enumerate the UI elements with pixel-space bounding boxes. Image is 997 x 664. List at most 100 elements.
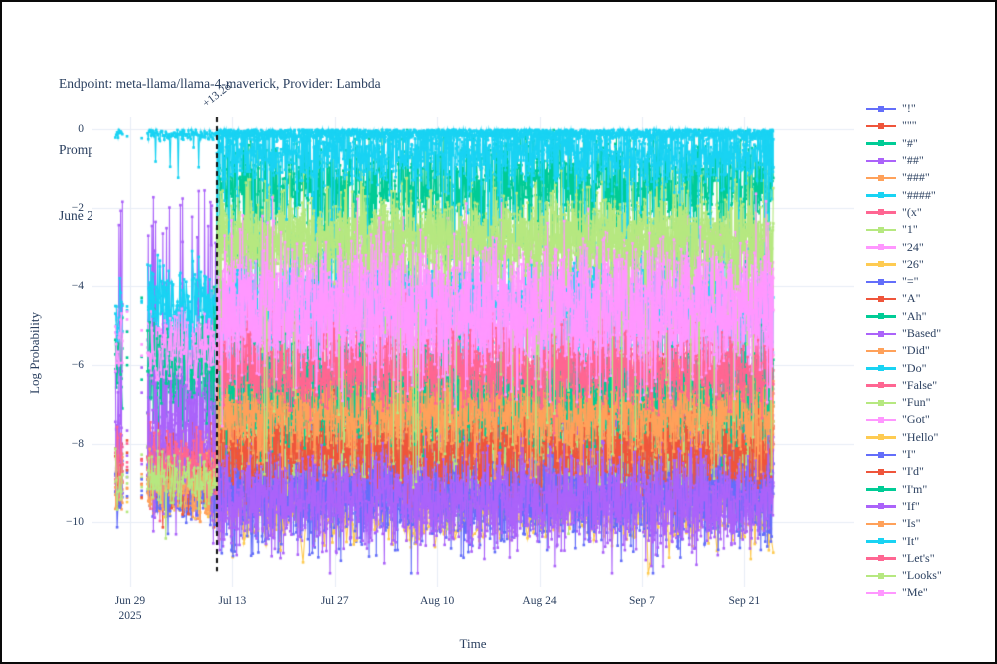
legend-line-marker-icon bbox=[866, 156, 896, 166]
y-tick-label: 0 bbox=[44, 123, 84, 135]
legend-label: "Did" bbox=[902, 343, 930, 358]
legend-label: "1" bbox=[902, 222, 918, 237]
legend-item[interactable]: "#" bbox=[866, 135, 942, 152]
legend-item[interactable]: "(x" bbox=[866, 204, 942, 221]
y-axis-title: Log Probability bbox=[27, 293, 43, 413]
x-tick-label: Jul 13 bbox=[197, 594, 267, 609]
legend-line-marker-icon bbox=[866, 553, 896, 563]
legend-item[interactable]: "It" bbox=[866, 532, 942, 549]
legend: "!" """ "#" "##" "###" "####" "(x" "1" "24" "26" "… bbox=[866, 100, 942, 602]
legend-line-marker-icon bbox=[866, 121, 896, 131]
legend-line-marker-icon bbox=[866, 207, 896, 217]
legend-item[interactable]: "Ah" bbox=[866, 308, 942, 325]
legend-line-marker-icon bbox=[866, 190, 896, 200]
plotly-figure: Endpoint: meta-llama/llama-4-maverick, P… bbox=[0, 0, 997, 664]
legend-line-marker-icon bbox=[866, 571, 896, 581]
legend-line-marker-icon bbox=[866, 242, 896, 252]
legend-item[interactable]: "Is" bbox=[866, 515, 942, 532]
legend-label: "!" bbox=[902, 101, 916, 116]
legend-label: "It" bbox=[902, 534, 919, 549]
legend-line-marker-icon bbox=[866, 225, 896, 235]
legend-label: "Let's" bbox=[902, 551, 935, 566]
x-tick-label: Sep 21 bbox=[709, 594, 779, 609]
legend-label: "Fun" bbox=[902, 395, 930, 410]
legend-line-marker-icon bbox=[866, 104, 896, 114]
legend-label: "26" bbox=[902, 257, 924, 272]
legend-item[interactable]: "Fun" bbox=[866, 394, 942, 411]
legend-line-marker-icon bbox=[866, 173, 896, 183]
x-tick-sublabel: 2025 bbox=[95, 609, 165, 624]
legend-item[interactable]: """ bbox=[866, 117, 942, 134]
x-tick-label: Aug 24 bbox=[505, 594, 575, 609]
legend-item[interactable]: "Hello" bbox=[866, 429, 942, 446]
x-tick-label: Aug 10 bbox=[402, 594, 472, 609]
legend-line-marker-icon bbox=[866, 363, 896, 373]
legend-item[interactable]: "False" bbox=[866, 377, 942, 394]
legend-label: """ bbox=[902, 118, 917, 133]
legend-label: "(x" bbox=[902, 205, 922, 220]
legend-line-marker-icon bbox=[866, 588, 896, 598]
legend-line-marker-icon bbox=[866, 467, 896, 477]
legend-item[interactable]: "A" bbox=[866, 290, 942, 307]
y-tick-label: −6 bbox=[44, 359, 84, 371]
legend-item[interactable]: "!" bbox=[866, 100, 942, 117]
legend-item[interactable]: "I'd" bbox=[866, 463, 942, 480]
legend-label: "Do" bbox=[902, 361, 926, 376]
legend-item[interactable]: "Let's" bbox=[866, 550, 942, 567]
legend-item[interactable]: "Me" bbox=[866, 584, 942, 601]
legend-label: "Got" bbox=[902, 412, 930, 427]
legend-label: "Based" bbox=[902, 326, 941, 341]
legend-line-marker-icon bbox=[866, 398, 896, 408]
legend-line-marker-icon bbox=[866, 294, 896, 304]
legend-label: "Ah" bbox=[902, 309, 926, 324]
legend-item[interactable]: "24" bbox=[866, 238, 942, 255]
y-tick-label: −8 bbox=[44, 438, 84, 450]
legend-label: "##" bbox=[902, 153, 924, 168]
legend-item[interactable]: "I'm" bbox=[866, 481, 942, 498]
x-tick-label: Sep 7 bbox=[607, 594, 677, 609]
y-tick-label: −10 bbox=[44, 516, 84, 528]
legend-label: "####" bbox=[902, 188, 936, 203]
legend-item[interactable]: "1" bbox=[866, 221, 942, 238]
legend-label: "Hello" bbox=[902, 430, 938, 445]
legend-item[interactable]: "Did" bbox=[866, 342, 942, 359]
legend-line-marker-icon bbox=[866, 501, 896, 511]
legend-item[interactable]: "###" bbox=[866, 169, 942, 186]
legend-line-marker-icon bbox=[866, 450, 896, 460]
x-tick-label: Jun 292025 bbox=[95, 594, 165, 624]
legend-line-marker-icon bbox=[866, 346, 896, 356]
legend-item[interactable]: "Based" bbox=[866, 325, 942, 342]
legend-line-marker-icon bbox=[866, 277, 896, 287]
legend-line-marker-icon bbox=[866, 380, 896, 390]
legend-label: "Me" bbox=[902, 585, 928, 600]
legend-item[interactable]: "=" bbox=[866, 273, 942, 290]
legend-label: "Is" bbox=[902, 516, 920, 531]
y-tick-label: −2 bbox=[44, 202, 84, 214]
legend-item[interactable]: "I" bbox=[866, 446, 942, 463]
legend-item[interactable]: "If" bbox=[866, 498, 942, 515]
legend-line-marker-icon bbox=[866, 432, 896, 442]
legend-label: "If" bbox=[902, 499, 920, 514]
legend-label: "False" bbox=[902, 378, 937, 393]
legend-label: "A" bbox=[902, 291, 920, 306]
legend-item[interactable]: "26" bbox=[866, 256, 942, 273]
legend-line-marker-icon bbox=[866, 519, 896, 529]
legend-line-marker-icon bbox=[866, 484, 896, 494]
legend-line-marker-icon bbox=[866, 415, 896, 425]
legend-label: "I'm" bbox=[902, 482, 927, 497]
legend-label: "24" bbox=[902, 240, 924, 255]
legend-item[interactable]: "##" bbox=[866, 152, 942, 169]
legend-label: "I" bbox=[902, 447, 916, 462]
legend-item[interactable]: "Do" bbox=[866, 359, 942, 376]
legend-item[interactable]: "Got" bbox=[866, 411, 942, 428]
legend-item[interactable]: "Looks" bbox=[866, 567, 942, 584]
legend-line-marker-icon bbox=[866, 536, 896, 546]
legend-item[interactable]: "####" bbox=[866, 186, 942, 203]
plot-area-canvas[interactable] bbox=[92, 117, 854, 587]
legend-line-marker-icon bbox=[866, 138, 896, 148]
legend-label: "###" bbox=[902, 170, 930, 185]
legend-label: "#" bbox=[902, 136, 918, 151]
legend-line-marker-icon bbox=[866, 329, 896, 339]
legend-label: "=" bbox=[902, 274, 919, 289]
y-tick-label: −4 bbox=[44, 280, 84, 292]
